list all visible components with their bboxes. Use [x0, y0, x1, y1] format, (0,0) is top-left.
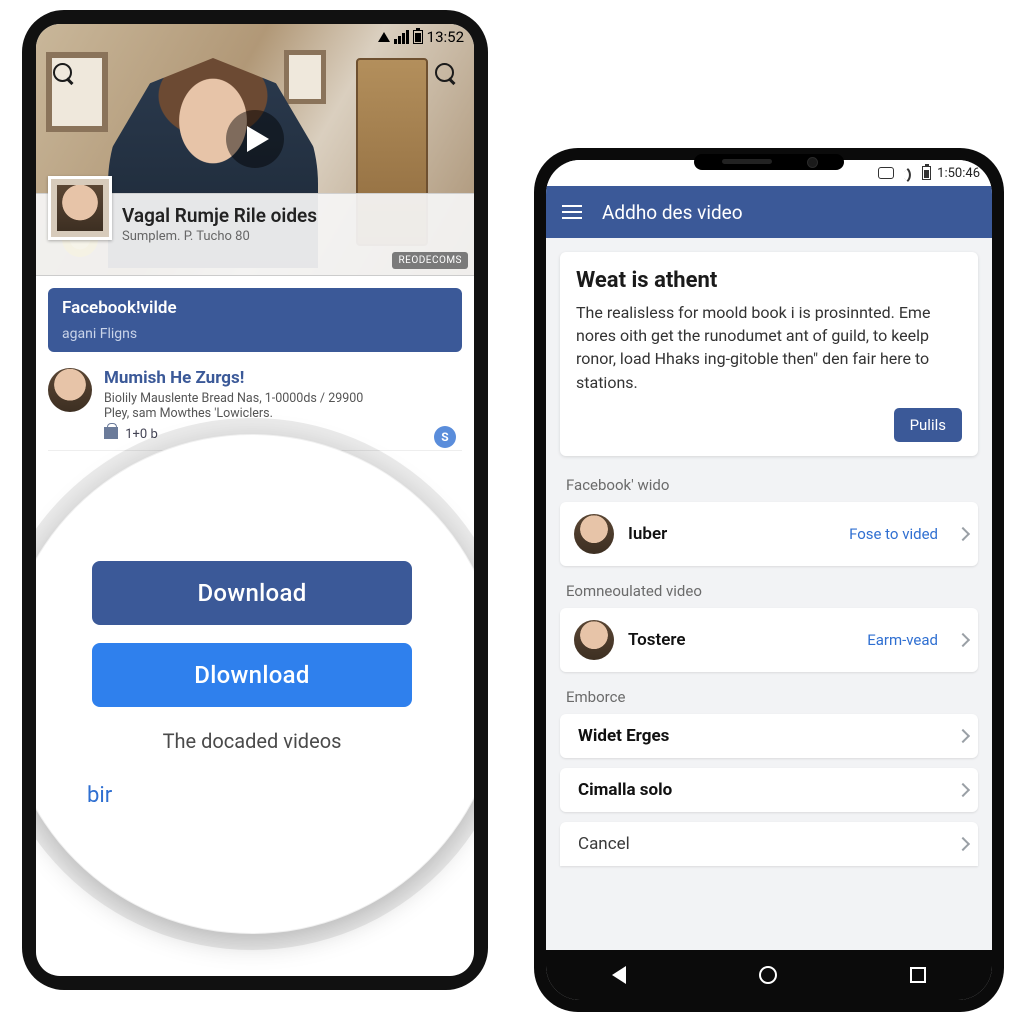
gift-icon [104, 427, 118, 439]
status-time: 13:52 [427, 28, 464, 46]
play-icon[interactable] [226, 110, 284, 168]
nav-recent-icon[interactable] [910, 967, 926, 983]
card-heading: Weat is athent [576, 268, 962, 293]
video-subtitle: Sumplem. P. Tucho 80 [122, 229, 462, 244]
list-item-name: Cimalla solo [578, 780, 944, 800]
list-item-action: Fose to vided [849, 525, 938, 543]
lens-link[interactable]: bir [87, 783, 112, 808]
video-title-card: Vagal Rumje Rile oides Sumplem. P. Tucho… [36, 193, 474, 275]
chevron-right-icon [956, 837, 970, 851]
post-meta: Biolily Mauslente Bread Nas, 1-0000ds / … [104, 391, 462, 406]
info-card: Weat is athent The realisless for moold … [560, 252, 978, 456]
cell-signal-icon [394, 30, 409, 44]
search-icon[interactable] [432, 60, 460, 88]
video-hero[interactable]: Vagal Rumje Rile oides Sumplem. P. Tucho… [36, 24, 474, 276]
author-thumbnail[interactable] [48, 176, 112, 240]
post-reaction-count: 1+0 b [125, 427, 158, 442]
menu-icon[interactable] [562, 205, 582, 219]
list-item[interactable]: Cimalla solo [560, 768, 978, 812]
nav-home-icon[interactable] [759, 966, 777, 984]
video-badge: REODECOMS [392, 252, 468, 269]
section-label: Emborce [546, 682, 992, 714]
list-item-action: Earm-vead [867, 631, 938, 649]
list-item[interactable]: Widet Erges [560, 714, 978, 758]
download-button-secondary[interactable]: Dlownload [92, 643, 412, 707]
phone-left-screen: 13:52 Vagal Rumje Rile oides Sumplem. P.… [36, 24, 474, 976]
app-bar-title: Addho des video [602, 201, 743, 224]
banner-subtitle: agani Fligns [62, 326, 448, 342]
card-cta-button[interactable]: Pulils [894, 408, 962, 442]
card-body: The realisless for moold book i is prosi… [576, 301, 962, 394]
status-bar-left: 13:52 [378, 28, 464, 46]
list-item-name: Tostere [628, 630, 853, 650]
download-button-primary[interactable]: Download [92, 561, 412, 625]
list-item-cancel[interactable]: Cancel [560, 822, 978, 866]
phone-right-frame: 1:50:46 Addho des video Weat is athent T… [534, 148, 1004, 1012]
android-nav-bar [546, 950, 992, 1000]
app-bar: Addho des video [546, 186, 992, 238]
hero-decor-frame [284, 50, 326, 104]
section-label: Facebook' wido [546, 470, 992, 502]
section-label: Eomneoulated video [546, 576, 992, 608]
search-icon[interactable] [50, 60, 78, 88]
post-title: Mumish He Zurgs! [104, 368, 462, 388]
banner-title: Facebook!vilde [62, 298, 448, 318]
list-item[interactable]: Iuber Fose to vided [560, 502, 978, 566]
nav-back-icon[interactable] [612, 966, 626, 984]
list-item[interactable]: Tostere Earm-vead [560, 608, 978, 672]
avatar [574, 620, 614, 660]
zoom-lens-overlay: Download Dlownload The docaded videos bi… [36, 434, 474, 934]
facebook-video-banner[interactable]: Facebook!vilde agani Fligns [48, 288, 462, 352]
video-title: Vagal Rumje Rile oides [122, 204, 462, 227]
signal-icon [378, 32, 390, 42]
chevron-right-icon [956, 729, 970, 743]
status-time: 1:50:46 [937, 166, 980, 181]
phone-right-screen: 1:50:46 Addho des video Weat is athent T… [546, 160, 992, 1000]
list-item-name: Widet Erges [578, 726, 944, 746]
wifi-icon [900, 167, 916, 179]
battery-icon [413, 30, 423, 44]
status-badge: S [434, 426, 456, 448]
chevron-right-icon [956, 633, 970, 647]
avatar[interactable] [48, 368, 92, 412]
chevron-right-icon [956, 783, 970, 797]
phone-notch [694, 154, 844, 170]
chevron-right-icon [956, 527, 970, 541]
post-meta: Pley, sam Mowthes 'Lowiclers. [104, 406, 462, 421]
notification-icon [878, 167, 894, 179]
list-item-name: Iuber [628, 524, 835, 544]
battery-icon [922, 166, 931, 180]
lens-caption: The docaded videos [163, 729, 342, 753]
list-item-name: Cancel [578, 834, 944, 854]
avatar [574, 514, 614, 554]
phone-left-frame: 13:52 Vagal Rumje Rile oides Sumplem. P.… [22, 10, 488, 990]
